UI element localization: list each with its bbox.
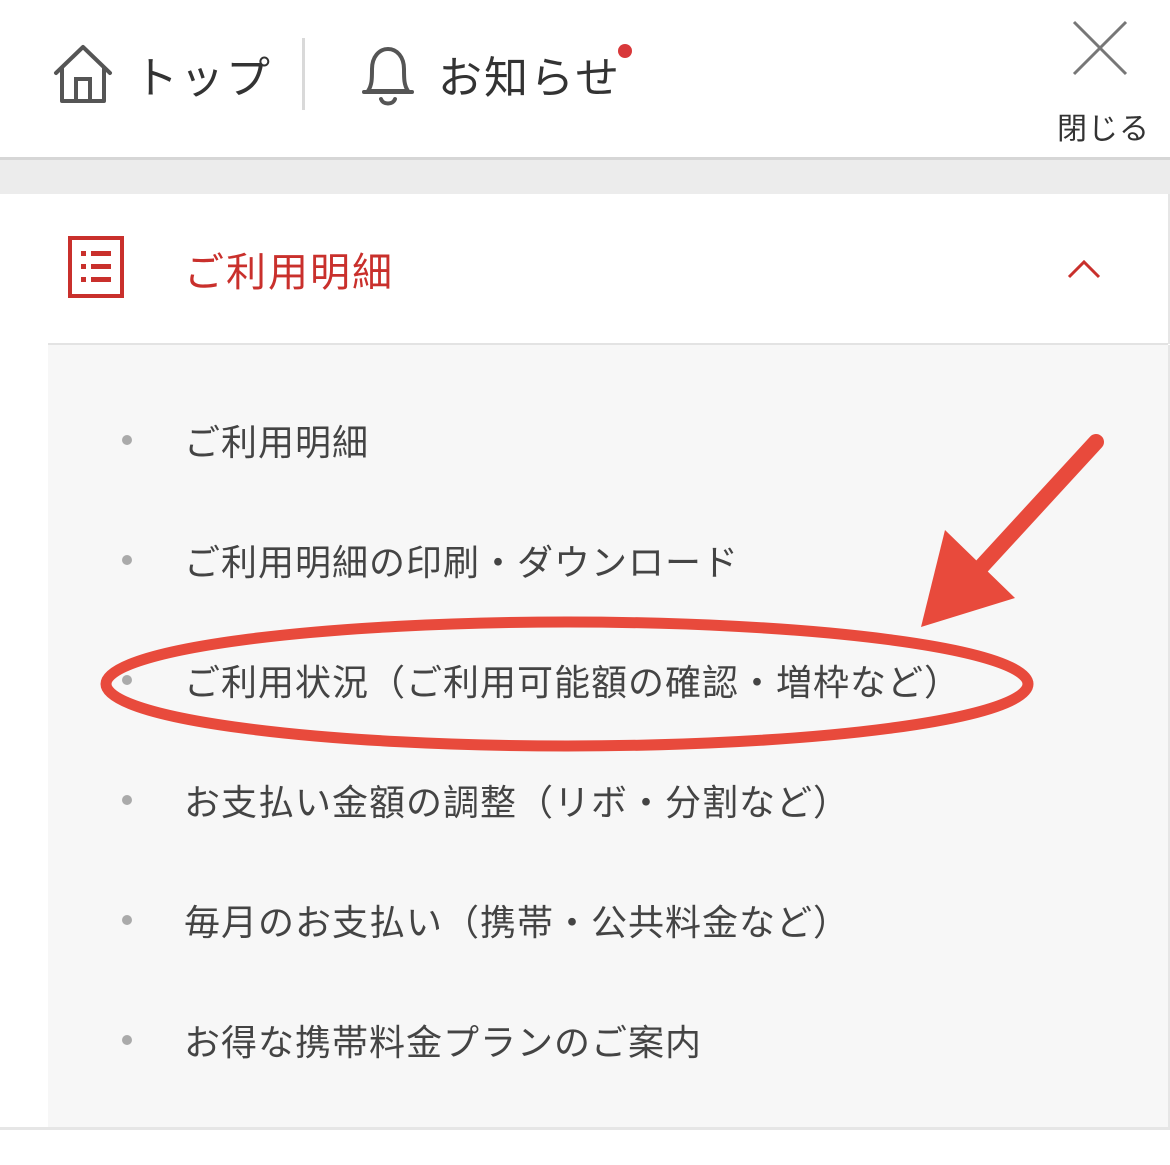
submenu-item-label: お支払い金額の調整（リボ・分割など） bbox=[184, 783, 851, 824]
submenu-item[interactable]: 毎月のお支払い（携帯・公共料金など） bbox=[48, 865, 1168, 975]
notice-button[interactable]: お知らせ bbox=[360, 34, 621, 114]
submenu-item-label: お得な携帯料金プランのご案内 bbox=[184, 1023, 703, 1064]
submenu-item[interactable]: お支払い金額の調整（リボ・分割など） bbox=[48, 745, 1168, 855]
close-label: 閉じる bbox=[1057, 112, 1150, 147]
bullet bbox=[122, 915, 132, 925]
notice-badge-dot bbox=[618, 44, 632, 58]
gray-spacer bbox=[0, 160, 1170, 194]
submenu-item[interactable]: ご利用明細の印刷・ダウンロード bbox=[48, 505, 1168, 615]
top-navigation-bar: トップ お知らせ 閉じる bbox=[0, 0, 1170, 160]
notice-label: お知らせ bbox=[438, 53, 622, 104]
bullet bbox=[122, 1035, 132, 1045]
submenu-list: ご利用明細 ご利用明細の印刷・ダウンロード ご利用状況（ご利用可能額の確認・増枠… bbox=[48, 345, 1170, 1127]
submenu-item[interactable]: お得な携帯料金プランのご案内 bbox=[48, 985, 1168, 1095]
bell-icon bbox=[362, 47, 414, 106]
section-header-usage-statement[interactable]: ご利用明細 bbox=[0, 194, 1170, 344]
bullet bbox=[122, 675, 132, 685]
close-button[interactable]: 閉じる bbox=[1040, 18, 1160, 147]
submenu-item-label: ご利用明細の印刷・ダウンロード bbox=[184, 543, 740, 584]
chevron-up-icon[interactable] bbox=[1066, 258, 1102, 280]
submenu-item-label: ご利用明細 bbox=[184, 423, 370, 464]
list-icon bbox=[68, 236, 124, 298]
section-title: ご利用明細 bbox=[184, 250, 394, 296]
nav-divider bbox=[302, 38, 305, 110]
close-icon bbox=[1072, 20, 1128, 76]
bullet bbox=[122, 435, 132, 445]
home-icon bbox=[54, 45, 112, 103]
top-label: トップ bbox=[134, 53, 272, 104]
submenu-item-label: 毎月のお支払い（携帯・公共料金など） bbox=[184, 903, 851, 944]
submenu-item-label: ご利用状況（ご利用可能額の確認・増枠など） bbox=[184, 663, 962, 704]
bottom-divider bbox=[0, 1127, 1170, 1130]
submenu-item[interactable]: ご利用状況（ご利用可能額の確認・増枠など） bbox=[48, 625, 1168, 735]
submenu-item[interactable]: ご利用明細 bbox=[48, 385, 1168, 495]
bullet bbox=[122, 555, 132, 565]
top-button[interactable]: トップ bbox=[50, 34, 272, 114]
bullet bbox=[122, 795, 132, 805]
